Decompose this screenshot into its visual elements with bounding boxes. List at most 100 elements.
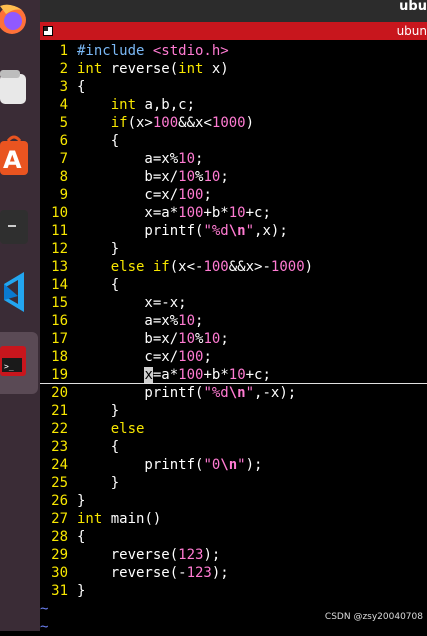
line-number: 19 <box>51 367 68 383</box>
code-token: a=x% <box>77 151 179 167</box>
code-token: ,x); <box>254 223 288 239</box>
code-token: reverse( <box>102 61 179 77</box>
code-line[interactable]: 24 printf("0\n"); <box>40 456 262 474</box>
code-token: b=x/ <box>77 331 179 347</box>
code-line[interactable]: 19 x=a*100+b*10+c; <box>40 366 271 384</box>
code-line[interactable]: 14 { <box>40 276 119 294</box>
code-line[interactable]: 17 b=x/10%10; <box>40 330 229 348</box>
code-line[interactable]: 12 } <box>40 240 119 258</box>
code-line[interactable]: 27 int main() <box>40 510 161 528</box>
line-number: 14 <box>51 277 68 293</box>
code-token: &&x< <box>178 115 212 131</box>
code-token: (x<- <box>169 259 204 275</box>
terminal-icon[interactable] <box>0 210 30 246</box>
code-line[interactable]: 7 a=x%10; <box>40 150 204 168</box>
vscode-icon[interactable] <box>0 270 30 312</box>
tab-label[interactable]: ubun <box>397 24 427 38</box>
code-token: <stdio.h> <box>152 43 229 59</box>
empty-buffer-tilde: ~ <box>40 601 49 617</box>
line-number: 6 <box>59 133 68 149</box>
line-number: 24 <box>51 457 68 473</box>
tab-menu-icon[interactable] <box>43 26 53 36</box>
code-token: +c; <box>245 205 271 221</box>
code-line[interactable]: 23 { <box>40 438 119 456</box>
code-token: (x> <box>127 115 153 131</box>
line-number: 26 <box>51 493 68 509</box>
code-token: ; <box>203 187 212 203</box>
line-number: 9 <box>59 187 68 203</box>
code-token: "%d <box>203 385 229 401</box>
code-line[interactable]: 5 if(x>100&&x<1000) <box>40 114 254 132</box>
code-line[interactable]: 3{ <box>40 78 86 96</box>
code-line[interactable]: 29 reverse(123); <box>40 546 220 564</box>
code-token: int <box>178 61 204 77</box>
code-text: #include <stdio.h> <box>77 42 229 60</box>
code-line[interactable]: 30 reverse(-123); <box>40 564 229 582</box>
code-line[interactable]: 18 c=x/100; <box>40 348 212 366</box>
code-text: reverse(123); <box>77 546 221 564</box>
line-number: 12 <box>51 241 68 257</box>
code-text: int a,b,c; <box>77 96 195 114</box>
code-text: b=x/10%10; <box>77 168 229 186</box>
line-number: 8 <box>59 169 68 185</box>
files-icon[interactable] <box>0 70 30 106</box>
code-token: x=-x; <box>77 295 187 311</box>
code-token: 10 <box>203 169 221 185</box>
vim-editor[interactable]: 1 #include <stdio.h> 2 int reverse(int x) 3{… <box>40 42 427 635</box>
code-line[interactable]: 28 { <box>40 528 85 546</box>
line-number: 28 <box>51 529 68 545</box>
line-number: 1 <box>59 43 68 59</box>
code-line[interactable]: 10 x=a*100+b*10+c; <box>40 204 271 222</box>
code-line[interactable]: 1 #include <stdio.h> <box>40 42 229 60</box>
code-token: 100 <box>203 259 229 275</box>
line-number: 11 <box>51 223 68 239</box>
code-line[interactable]: 11 printf("%d\n",x); <box>40 222 288 240</box>
code-line[interactable]: 25 } <box>40 474 119 492</box>
code-token: if <box>110 115 128 131</box>
code-token: reverse( <box>77 547 179 563</box>
code-text: } <box>77 474 119 492</box>
terminal-active-icon[interactable]: >_ <box>0 346 26 376</box>
code-line[interactable]: 20 printf("%d\n",-x); <box>40 384 296 402</box>
code-token: { <box>77 133 120 149</box>
line-number: 18 <box>51 349 68 365</box>
code-text: } <box>77 402 119 420</box>
line-number: 3 <box>59 79 68 95</box>
code-line[interactable]: 6 { <box>40 132 120 150</box>
code-line[interactable]: 9 c=x/100; <box>40 186 212 204</box>
code-line[interactable]: 21 } <box>40 402 119 420</box>
line-number: 25 <box>51 475 68 491</box>
text-cursor: x <box>144 367 153 383</box>
app-store-icon[interactable]: A <box>0 135 30 175</box>
top-bar: ubu <box>40 0 427 22</box>
code-line[interactable]: 15 x=-x; <box>40 294 186 312</box>
code-line[interactable]: 22 else <box>40 420 144 438</box>
code-text: x=-x; <box>77 294 187 312</box>
code-line[interactable]: 13 else if(x<-100&&x>-1000) <box>40 258 313 276</box>
code-token: x) <box>203 61 229 77</box>
code-token: } <box>77 475 120 491</box>
code-token: { <box>77 529 86 545</box>
code-token: ; <box>220 169 229 185</box>
code-token: ); <box>211 565 229 581</box>
watermark: CSDN @zsy20040708 <box>324 612 423 622</box>
code-line[interactable]: 2 int reverse(int x) <box>40 60 229 78</box>
code-token: else <box>110 421 145 437</box>
firefox-icon[interactable] <box>0 0 30 38</box>
code-line[interactable]: 4 int a,b,c; <box>40 96 195 114</box>
code-text: } <box>77 240 119 258</box>
svg-text:A: A <box>3 146 22 174</box>
code-text: { <box>77 528 85 546</box>
code-line[interactable]: 26} <box>40 492 85 510</box>
code-text: x=a*100+b*10+c; <box>77 366 271 384</box>
code-token: } <box>77 493 86 509</box>
code-token: else if <box>110 259 170 275</box>
code-line[interactable]: 16 a=x%10; <box>40 312 203 330</box>
code-line[interactable]: 8 b=x/10%10; <box>40 168 229 186</box>
code-line[interactable]: 31} <box>40 582 85 600</box>
line-number: 10 <box>51 205 68 221</box>
code-token: { <box>77 439 120 455</box>
code-token: 10 <box>178 313 196 329</box>
code-token: 123 <box>178 547 204 563</box>
